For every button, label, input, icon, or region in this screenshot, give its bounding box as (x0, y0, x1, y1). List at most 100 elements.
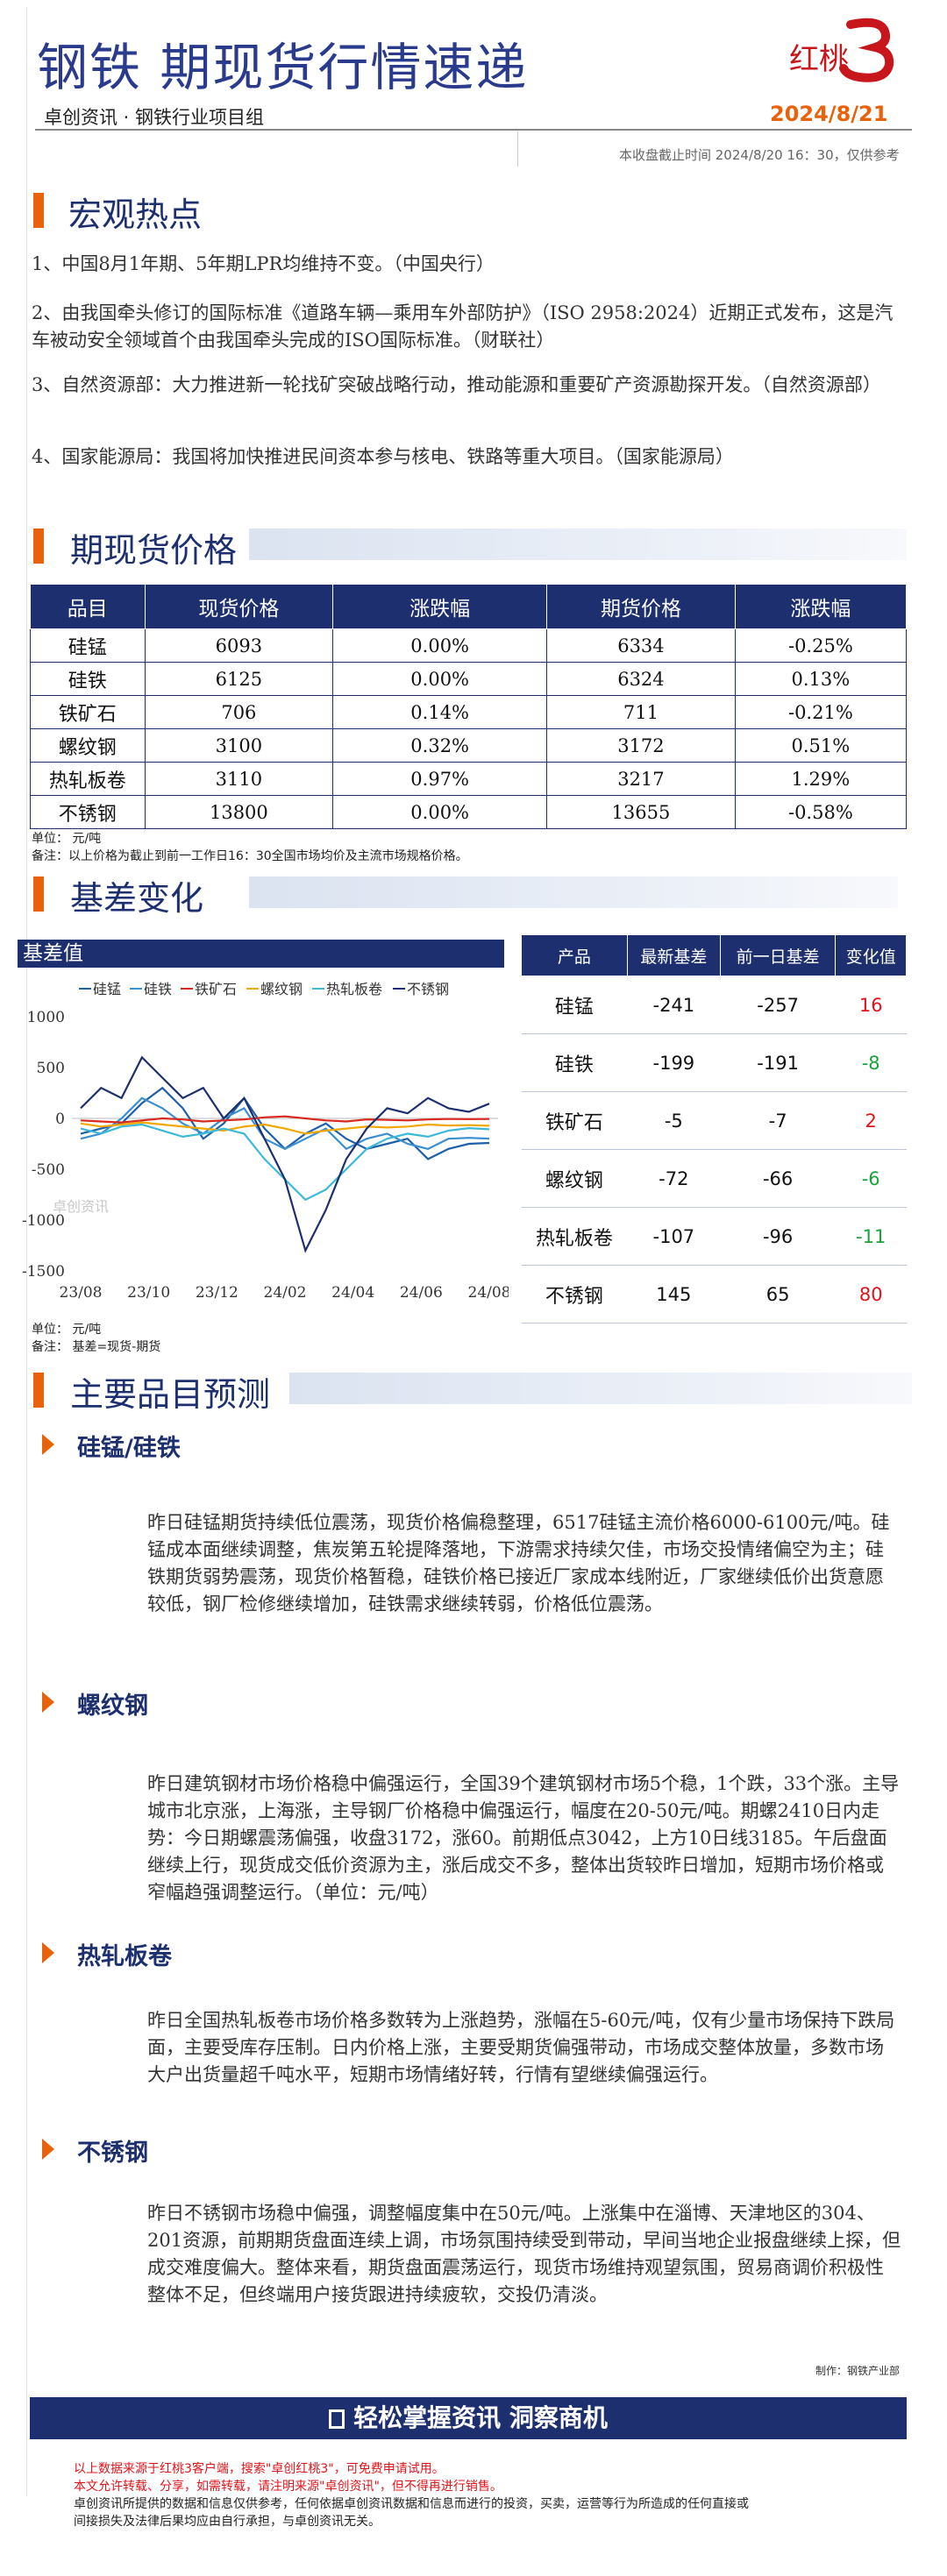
basis-value: 80 (835, 1265, 907, 1323)
cell: -0.25% (734, 628, 908, 663)
macro-item: 4、国家能源局：我国将加快推进民间资本参与核电、铁路等重大项目。（国家能源局） (32, 446, 734, 467)
x-tick-label: 23/08 (60, 1284, 103, 1302)
bullet-arrow-icon (42, 1434, 54, 1455)
x-tick-label: 23/12 (196, 1284, 239, 1302)
basis-section-title: 基差变化 (70, 879, 204, 918)
cell: 0.00% (332, 628, 548, 663)
price-table: 品目 现货价格 涨跌幅 期货价格 涨跌幅 硅锰 6093 0.00% 6334 -0.2… (30, 584, 908, 829)
series-line-不锈钢 (80, 1055, 490, 1253)
cell: 6093 (144, 628, 334, 663)
basis-value: 65 (720, 1265, 836, 1323)
prices-section-title: 期现货价格 (70, 531, 238, 570)
table-row: 不锈钢 13800 0.00% 13655 -0.58% (30, 795, 908, 829)
cell: 硅铁 (30, 662, 146, 696)
table-row: 铁矿石 706 0.14% 711 -0.21% (30, 695, 908, 729)
disclaimer-red: 本文允许转载、分享，如需转载，请注明来源"卓创资讯"，但不得再进行销售。 (74, 2480, 502, 2494)
col-header: 最新基差 (626, 934, 721, 976)
cell: 不锈钢 (30, 795, 146, 829)
macro-item: 3、自然资源部：大力推进新一轮找矿突破战略行动，推动能源和重要矿产资源勘探开发。… (32, 374, 881, 395)
section-band (249, 876, 898, 908)
cell: 0.51% (734, 728, 908, 763)
product-name: 铁矿石 (521, 1091, 628, 1150)
basis-note: 备注： 基差=现货-期货 (32, 1340, 161, 1354)
cell: 3217 (546, 762, 736, 796)
x-tick-label: 24/02 (264, 1284, 307, 1302)
price-table-header: 品目 现货价格 涨跌幅 期货价格 涨跌幅 (30, 584, 908, 629)
report-date: 2024/8/21 (770, 102, 888, 126)
product-name: 不锈钢 (521, 1265, 628, 1323)
cell: 711 (546, 695, 736, 729)
basis-table-header: 产品 最新基差 前一日基差 变化值 (521, 934, 907, 976)
cell: 706 (144, 695, 334, 729)
section-band (289, 1373, 912, 1404)
table-row: 硅铁 -199 -191 -8 (521, 1033, 907, 1092)
legend-label: 硅锰 (93, 981, 121, 997)
basis-value: -8 (835, 1033, 907, 1092)
basis-value: -96 (720, 1207, 836, 1266)
x-tick-label: 24/04 (331, 1284, 374, 1302)
col-header: 期货价格 (546, 584, 736, 629)
cell: 1.29% (734, 762, 908, 796)
series-line-硅铁 (80, 1096, 490, 1151)
section-marker (33, 1373, 44, 1408)
disclaimer-black: 卓创资讯所提供的数据和信息仅供参考，任何依据卓创资讯数据和信息而进行的投资，买卖… (74, 2497, 749, 2511)
basis-value: 145 (627, 1265, 721, 1323)
cell: 3110 (144, 762, 334, 796)
legend-label: 硅铁 (144, 981, 172, 997)
legend-label: 不锈钢 (407, 981, 449, 997)
basis-value: -5 (627, 1091, 721, 1150)
y-tick-label: 500 (37, 1060, 65, 1077)
product-name: 硅锰 (521, 976, 628, 1034)
section-marker (33, 876, 44, 912)
author-note: 制作：钢铁产业部 (815, 2365, 901, 2377)
macro-section-title: 宏观热点 (68, 195, 203, 234)
basis-table: 产品 最新基差 前一日基差 变化值 硅锰 -241 -257 16 硅铁 -199 -191… (521, 934, 907, 1323)
bullet-arrow-icon (42, 1692, 54, 1713)
table-row: 螺纹钢 -72 -66 -6 (521, 1149, 907, 1208)
cell: 6125 (144, 662, 334, 696)
basis-value: 16 (835, 976, 907, 1034)
disclaimer-red: 以上数据来源于红桃3客户端，搜索"卓创红桃3"，可免费申请试用。 (74, 2462, 445, 2476)
product-name: 硅铁 (521, 1033, 628, 1092)
x-tick-label: 23/10 (127, 1284, 170, 1302)
cell: 铁矿石 (30, 695, 146, 729)
cell: 螺纹钢 (30, 728, 146, 763)
forecast-item-text: 昨日硅锰期货持续低位震荡，现货价格偏稳整理，6517硅锰主流价格6000-610… (147, 1512, 890, 1614)
basis-value: -257 (720, 976, 836, 1034)
cutoff-note: 本收盘截止时间 2024/8/20 16：30，仅供参考 (619, 147, 900, 163)
cell: -0.21% (734, 695, 908, 729)
basis-value: -7 (720, 1091, 836, 1150)
forecast-item-title: 热轧板卷 (77, 1943, 172, 1970)
document-icon (329, 2409, 345, 2429)
y-tick-label: -1500 (22, 1263, 65, 1281)
basis-unit: 单位： 元/吨 (32, 1323, 102, 1337)
y-tick-label: -1000 (22, 1212, 65, 1230)
cell: 6334 (546, 628, 736, 663)
table-row: 硅铁 6125 0.00% 6324 0.13% (30, 662, 908, 696)
y-tick-label: 0 (55, 1111, 65, 1128)
table-row: 不锈钢 145 65 80 (521, 1265, 907, 1323)
y-tick-label: -500 (32, 1161, 65, 1179)
x-tick-label: 24/08 (468, 1284, 509, 1302)
price-unit: 单位： 元/吨 (32, 832, 102, 846)
cell: 3172 (546, 728, 736, 763)
cell: 0.32% (332, 728, 548, 763)
cell: 热轧板卷 (30, 762, 146, 796)
basis-value: -241 (627, 976, 721, 1034)
col-header: 品目 (30, 584, 146, 629)
cell: 0.14% (332, 695, 548, 729)
basis-value: -199 (627, 1033, 721, 1092)
legend-label: 螺纹钢 (260, 981, 303, 997)
cell: 13655 (546, 795, 736, 829)
banner-text: 轻松掌握资讯 洞察商机 (353, 2403, 608, 2432)
table-row: 硅锰 6093 0.00% 6334 -0.25% (30, 628, 908, 663)
forecast-item-text: 昨日全国热轧板卷市场价格多数转为上涨趋势，涨幅在5-60元/吨，仅有少量市场保持… (147, 2010, 895, 2085)
report-title: 钢铁 期现货行情速递 (37, 38, 529, 97)
bullet-arrow-icon (42, 2139, 54, 2160)
basis-chart-label: 基差值 (18, 940, 504, 968)
section-marker (33, 193, 44, 228)
basis-value: -11 (835, 1207, 907, 1266)
x-tick-label: 24/06 (400, 1284, 443, 1302)
cell: 0.00% (332, 662, 548, 696)
basis-line-chart: 卓创资讯10005000-500-1000-150023/08 23/10 23/1… (22, 981, 509, 1302)
